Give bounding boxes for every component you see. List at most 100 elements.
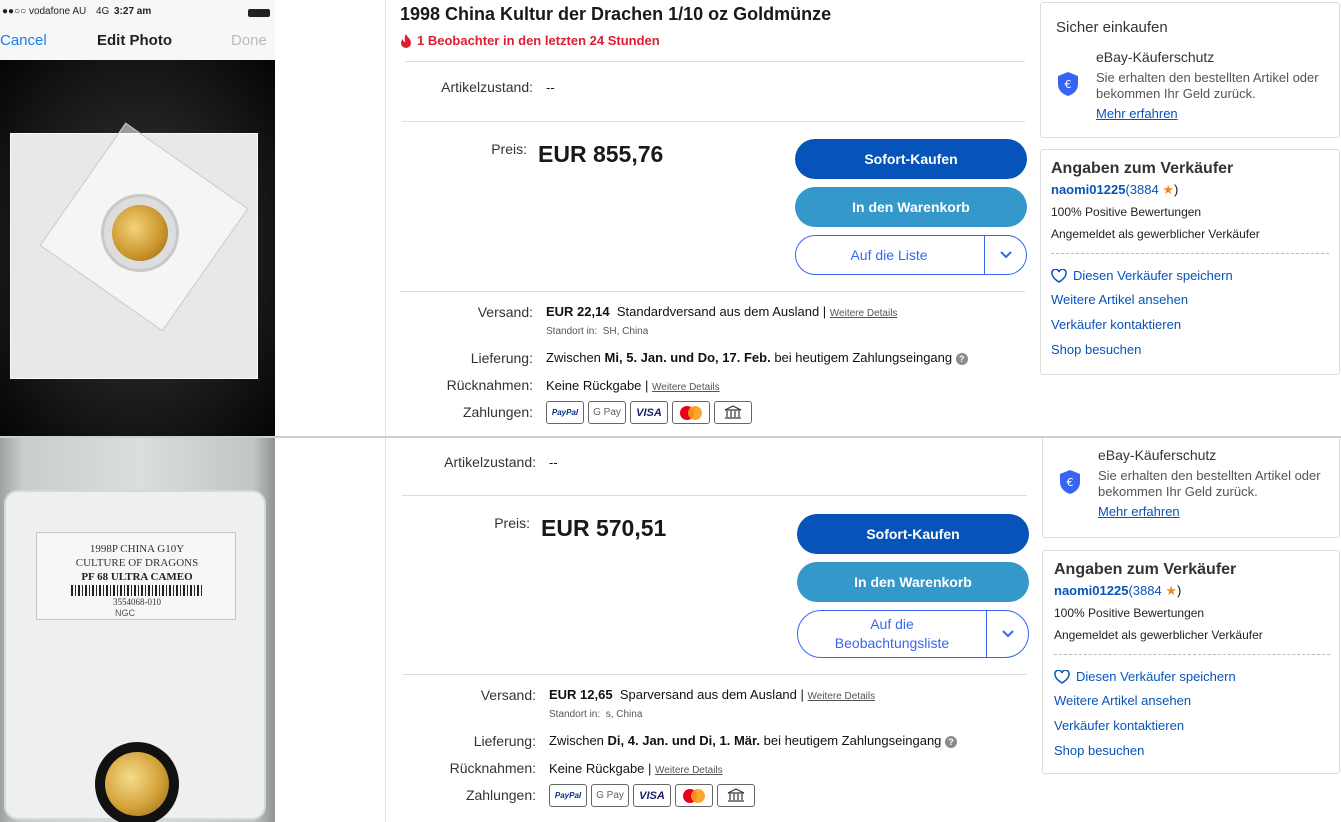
payments-label: Zahlungen: <box>462 404 533 420</box>
condition-label: Artikelzustand: <box>444 454 536 470</box>
mastercard-icon <box>672 401 710 424</box>
learn-more-link[interactable]: Mehr erfahren <box>1098 504 1180 519</box>
delivery-prefix: Zwischen <box>549 733 604 748</box>
buy-now-button[interactable]: Sofort-Kaufen <box>797 514 1029 554</box>
gold-coin-icon <box>105 752 169 816</box>
edit-photo-title: Edit Photo <box>97 32 172 49</box>
buy-now-button[interactable]: Sofort-Kaufen <box>795 139 1027 179</box>
barcode-icon <box>71 585 203 596</box>
buyer-protection-title: eBay-Käuferschutz <box>1098 447 1217 463</box>
more-items-link[interactable]: Weitere Artikel ansehen <box>1051 292 1188 307</box>
learn-more-link[interactable]: Mehr erfahren <box>1096 106 1178 121</box>
returns-info: Keine Rückgabe | Weitere Details <box>549 761 723 776</box>
condition-value: -- <box>549 455 558 470</box>
add-to-watchlist-label: Auf die Beobachtungsliste <box>834 616 950 651</box>
google-pay-icon: G Pay <box>591 784 629 807</box>
location-label: Standort in: <box>549 709 601 720</box>
shipping-info: EUR 22,14 Standardversand aus dem Auslan… <box>546 304 898 319</box>
contact-seller-link[interactable]: Verkäufer kontaktieren <box>1051 317 1181 332</box>
slab-line-1: 1998P CHINA G10Y <box>89 543 185 555</box>
seller-heading: Angaben zum Verkäufer <box>1051 160 1234 177</box>
payment-methods: PayPal G Pay VISA <box>546 401 752 424</box>
coin-capsule <box>101 194 179 272</box>
gold-coin-icon <box>112 205 168 261</box>
more-items-link[interactable]: Weitere Artikel ansehen <box>1054 693 1191 708</box>
returns-details-link[interactable]: Weitere Details <box>652 382 720 393</box>
watchers-text: 1 Beobachter in den letzten 24 Stunden <box>417 33 660 48</box>
seller-heading: Angaben zum Verkäufer <box>1054 561 1237 578</box>
delivery-prefix: Zwischen <box>546 350 601 365</box>
shield-euro-icon: € <box>1060 470 1080 494</box>
add-to-list-button[interactable]: Auf die Liste <box>795 235 1027 275</box>
payment-methods: PayPal G Pay VISA <box>549 784 755 807</box>
item-location: Standort in: s, China <box>549 709 642 720</box>
save-seller-button[interactable]: Diesen Verkäufer speichern <box>1051 268 1233 283</box>
list-dropdown-toggle[interactable] <box>986 611 1028 657</box>
add-to-cart-button[interactable]: In den Warenkorb <box>795 187 1027 227</box>
product-image-2[interactable]: 1998P CHINA G10Y CULTURE OF DRAGONS PF 6… <box>0 438 275 822</box>
slab-grade: PF 68 ULTRA CAMEO <box>81 571 193 583</box>
slab-cert: 3554068-010 <box>113 597 161 607</box>
product-image-1[interactable]: ●●○○ vodafone AU 4G 3:27 am Cancel Edit … <box>0 0 275 436</box>
shipping-label: Versand: <box>477 304 533 320</box>
divider <box>405 61 1025 62</box>
condition-label: Artikelzustand: <box>441 79 533 95</box>
mastercard-icon <box>675 784 713 807</box>
done-button[interactable]: Done <box>231 32 267 49</box>
buyer-protection-desc: Sie erhalten den bestellten Artikel oder… <box>1096 70 1319 101</box>
visa-icon: VISA <box>633 784 671 807</box>
location-value: SH, China <box>602 326 649 337</box>
listing-panel-2: 1998P CHINA G10Y CULTURE OF DRAGONS PF 6… <box>0 438 1341 822</box>
buyer-protection-title: eBay-Käuferschutz <box>1096 49 1215 65</box>
delivery-suffix: bei heutigem Zahlungseingang <box>763 733 942 748</box>
save-seller-label: Diesen Verkäufer speichern <box>1073 268 1233 283</box>
svg-text:€: € <box>1067 476 1074 489</box>
visa-icon: VISA <box>630 401 668 424</box>
cancel-button[interactable]: Cancel <box>0 32 47 49</box>
heart-icon <box>1054 669 1070 684</box>
visit-shop-link[interactable]: Shop besuchen <box>1051 342 1141 357</box>
chevron-down-icon <box>999 251 1012 259</box>
safe-buying-box: € eBay-Käuferschutz Sie erhalten den bes… <box>1042 438 1340 538</box>
divider <box>402 495 1027 496</box>
divider <box>385 0 386 436</box>
carrier-text: ●●○○ vodafone AU <box>2 6 87 17</box>
shipping-cost: EUR 12,65 <box>549 687 613 702</box>
delivery-suffix: bei heutigem Zahlungseingang <box>774 350 953 365</box>
shipping-details-link[interactable]: Weitere Details <box>830 308 898 319</box>
slab-line-2: CULTURE OF DRAGONS <box>75 557 199 569</box>
seller-score[interactable]: 3884 <box>1130 182 1159 197</box>
returns-details-link[interactable]: Weitere Details <box>655 765 723 776</box>
add-to-cart-button[interactable]: In den Warenkorb <box>797 562 1029 602</box>
location-label: Standort in: <box>546 326 598 337</box>
watchers-info: 1 Beobachter in den letzten 24 Stunden <box>400 33 660 48</box>
list-dropdown-toggle[interactable] <box>984 236 1026 274</box>
bank-transfer-icon <box>714 401 752 424</box>
delivery-label: Lieferung: <box>473 733 536 749</box>
visit-shop-link[interactable]: Shop besuchen <box>1054 743 1144 758</box>
clock-text: 3:27 am <box>114 6 152 17</box>
shipping-info: EUR 12,65 Sparversand aus dem Ausland | … <box>549 687 876 702</box>
help-icon[interactable]: ? <box>955 352 968 365</box>
add-to-list-label: Auf die Liste <box>850 246 928 263</box>
svg-text:€: € <box>1065 78 1072 91</box>
contact-seller-link[interactable]: Verkäufer kontaktieren <box>1054 718 1184 733</box>
coin-bag <box>10 122 258 379</box>
seller-name-link[interactable]: naomi01225 <box>1054 583 1128 598</box>
shipping-details-link[interactable]: Weitere Details <box>808 691 876 702</box>
divider <box>1051 253 1329 254</box>
save-seller-button[interactable]: Diesen Verkäufer speichern <box>1054 669 1236 684</box>
location-value: s, China <box>605 709 643 720</box>
seller-name-link[interactable]: naomi01225 <box>1051 182 1125 197</box>
divider <box>402 121 1025 122</box>
seller-info-box: Angaben zum Verkäufer naomi01225(3884 ★)… <box>1040 149 1340 375</box>
google-pay-icon: G Pay <box>588 401 626 424</box>
seller-score[interactable]: 3884 <box>1133 583 1162 598</box>
delivery-dates: Mi, 5. Jan. und Do, 17. Feb. <box>604 350 771 365</box>
add-to-watchlist-button[interactable]: Auf die Beobachtungsliste <box>797 610 1029 658</box>
help-icon[interactable]: ? <box>945 735 958 748</box>
network-text: 4G <box>96 6 110 17</box>
safe-buying-box: Sicher einkaufen € eBay-Käuferschutz Sie… <box>1040 2 1340 138</box>
positive-feedback: 100% Positive Bewertungen <box>1051 205 1202 219</box>
safe-buying-title: Sicher einkaufen <box>1056 19 1168 36</box>
